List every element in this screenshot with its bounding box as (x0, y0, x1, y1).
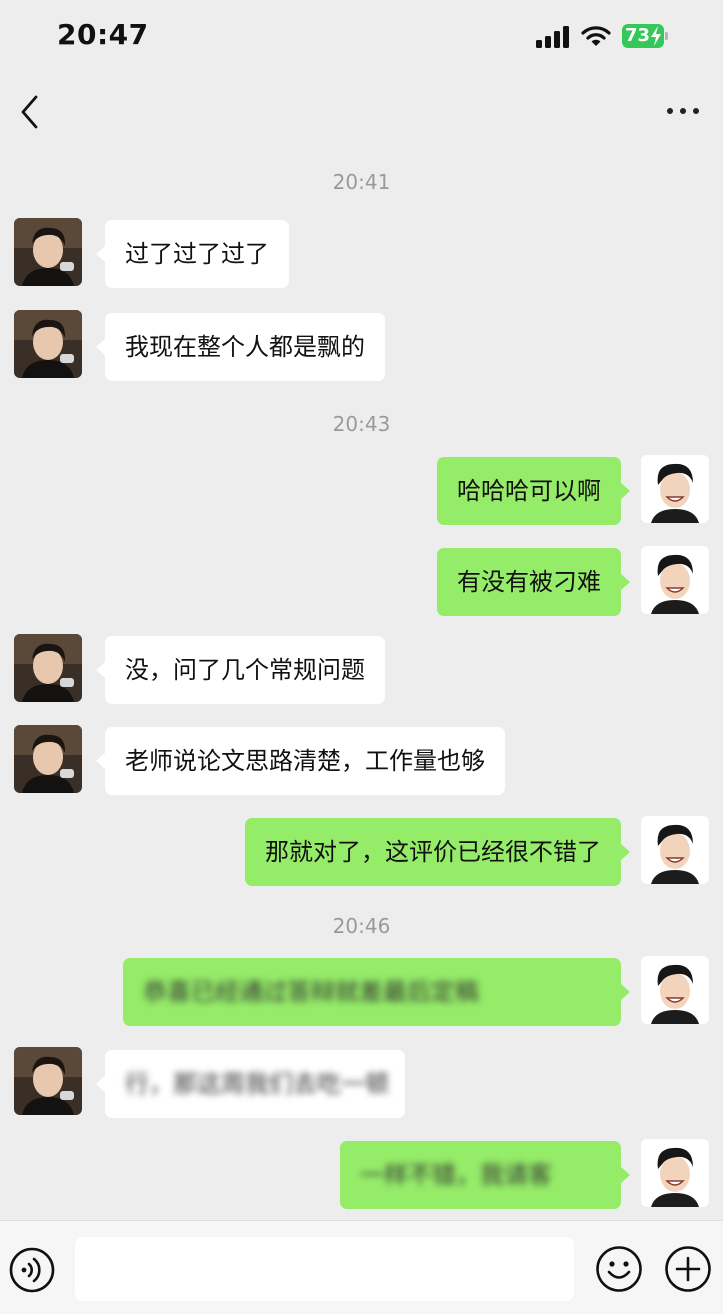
timestamp: 20:43 (332, 412, 391, 436)
my-avatar[interactable] (641, 546, 709, 614)
message-bubble-incoming[interactable]: 过了过了过了 (96, 220, 289, 288)
message-bubble-incoming-blurred[interactable]: 行，那这周我们去吃一顿 (96, 1050, 405, 1118)
message-bubble-outgoing[interactable]: 有没有被刁难 (437, 548, 630, 616)
status-time: 20:47 (57, 18, 149, 51)
input-bar (0, 1220, 723, 1314)
message-bubble-outgoing[interactable]: 哈哈哈可以啊 (437, 457, 630, 525)
contact-avatar[interactable] (14, 634, 82, 702)
contact-avatar[interactable] (14, 310, 82, 378)
more-options-icon[interactable] (664, 106, 702, 116)
message-input[interactable] (75, 1237, 574, 1301)
status-bar: 20:47 73 (0, 0, 723, 72)
timestamp: 20:41 (332, 170, 391, 194)
timestamp: 20:46 (332, 914, 391, 938)
contact-avatar[interactable] (14, 725, 82, 793)
contact-avatar[interactable] (14, 218, 82, 286)
my-avatar[interactable] (641, 956, 709, 1024)
my-avatar[interactable] (641, 455, 709, 523)
message-bubble-outgoing-blurred[interactable]: 一样不错，我请客 (340, 1141, 630, 1209)
charging-bolt-icon (651, 26, 661, 46)
message-bubble-incoming[interactable]: 老师说论文思路清楚，工作量也够 (96, 727, 505, 795)
emoji-icon[interactable] (595, 1245, 643, 1293)
cellular-signal-icon (536, 26, 569, 48)
my-avatar[interactable] (641, 816, 709, 884)
wifi-icon (581, 26, 611, 46)
message-bubble-outgoing-blurred[interactable]: 恭喜已经通过答辩就差最后定稿 (123, 958, 630, 1026)
message-bubble-incoming[interactable]: 我现在整个人都是飘的 (96, 313, 385, 381)
chat-title-redacted (322, 96, 432, 130)
add-attachment-icon[interactable] (664, 1245, 712, 1293)
message-bubble-incoming[interactable]: 没，问了几个常规问题 (96, 636, 385, 704)
chat-nav-bar (0, 72, 723, 152)
contact-avatar[interactable] (14, 1047, 82, 1115)
battery-indicator: 73 (622, 24, 670, 48)
back-arrow-icon[interactable] (18, 94, 42, 130)
voice-input-icon[interactable] (9, 1247, 55, 1293)
my-avatar[interactable] (641, 1139, 709, 1207)
message-bubble-outgoing[interactable]: 那就对了，这评价已经很不错了 (245, 818, 630, 886)
